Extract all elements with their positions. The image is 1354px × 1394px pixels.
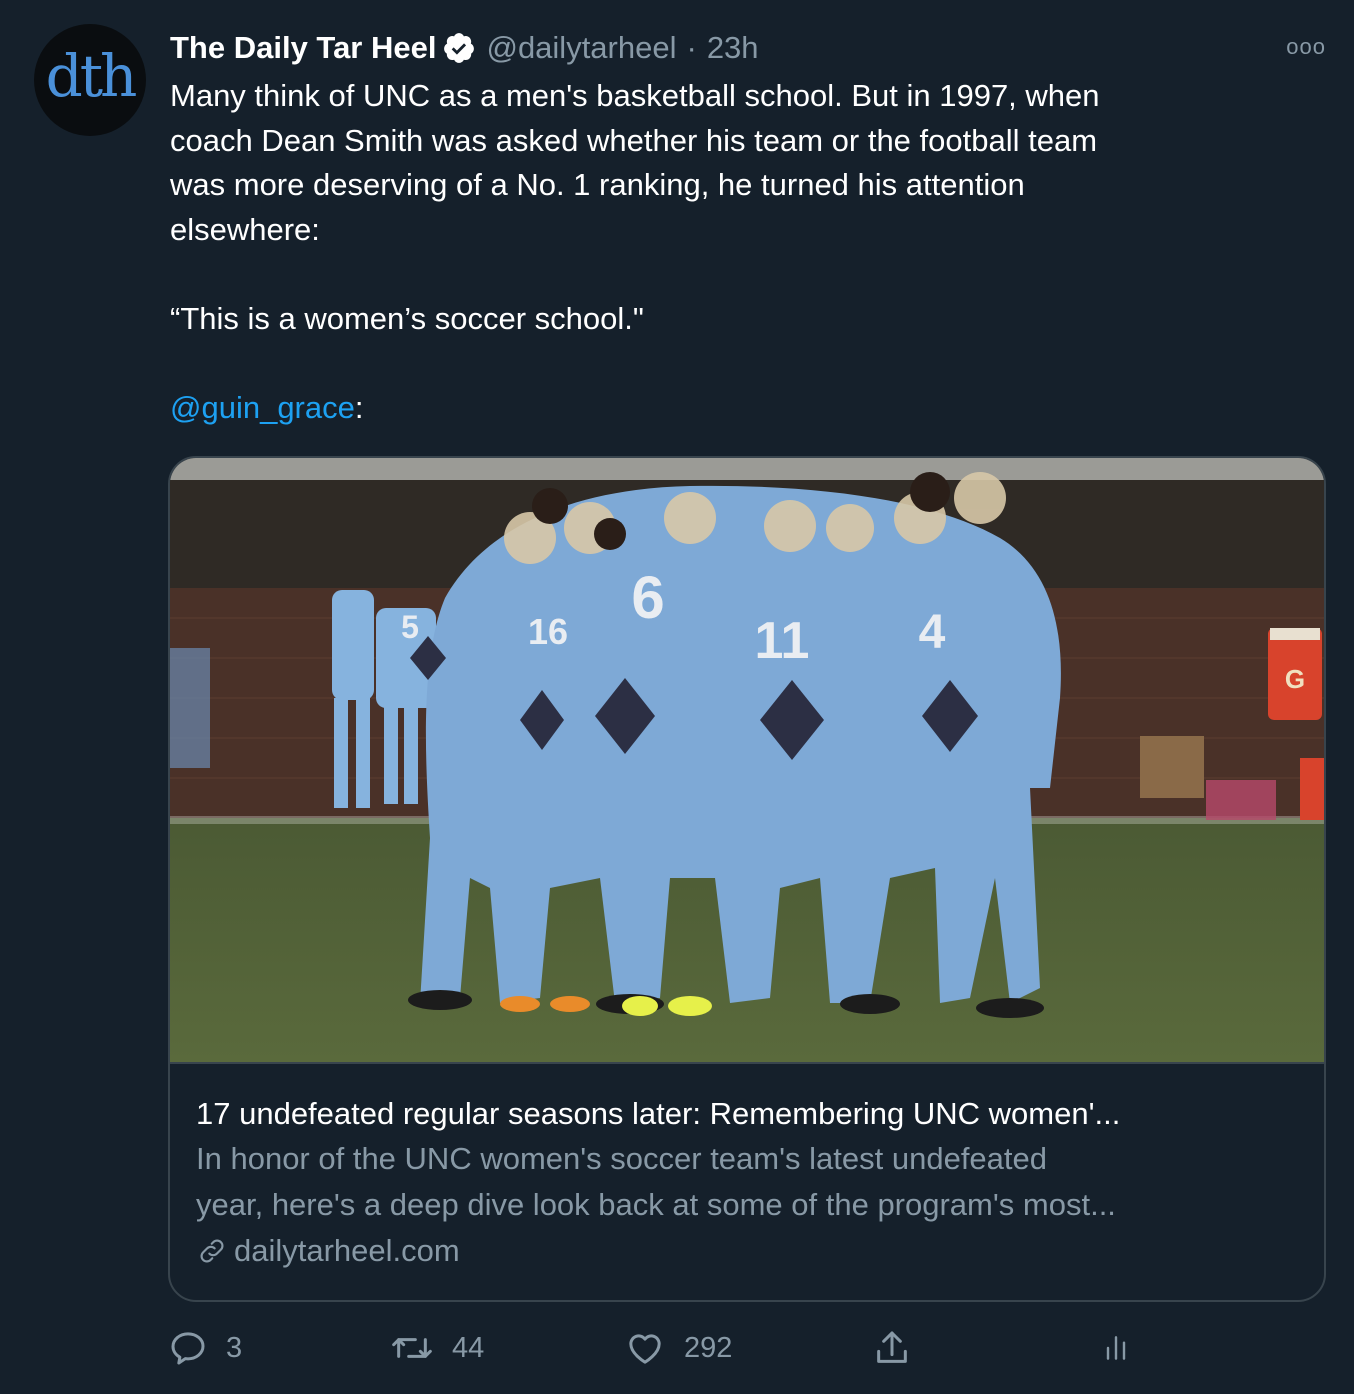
avatar[interactable]: dth <box>34 24 146 136</box>
like-count: 292 <box>684 1331 733 1364</box>
card-description-line: year, here's a deep dive look back at so… <box>196 1187 1116 1222</box>
reply-button[interactable]: 3 <box>168 1320 242 1376</box>
verified-badge-icon <box>444 33 475 63</box>
heart-icon <box>629 1334 661 1364</box>
retweet-button[interactable]: 44 <box>390 1320 484 1376</box>
tweet-text-line: was more deserving of a No. 1 ranking, h… <box>170 167 1025 202</box>
jersey-number: 6 <box>631 564 664 631</box>
tweet-text-line: Many think of UNC as a men's basketball … <box>170 78 1100 113</box>
analytics-icon <box>1106 1336 1126 1360</box>
tweet[interactable]: dth ooo The Daily Tar Heel @dailytarheel… <box>0 0 1354 1394</box>
reply-icon <box>171 1332 205 1365</box>
tweet-quote: “This is a women’s soccer school." <box>170 300 644 336</box>
link-card[interactable]: G 5 16 6 11 4 17 undefeated regular seas… <box>168 456 1326 1302</box>
mention-line: @guin_grace: <box>170 386 1320 431</box>
retweet-count: 44 <box>452 1331 485 1364</box>
jersey-number: 5 <box>401 609 419 645</box>
display-name[interactable]: The Daily Tar Heel <box>170 30 436 66</box>
share-icon <box>877 1331 907 1363</box>
separator-dot: · <box>686 30 697 65</box>
reply-count: 3 <box>226 1331 243 1364</box>
soccer-team-huddle-photo: G 5 16 6 11 4 <box>170 458 1324 1062</box>
card-description: In honor of the UNC women's soccer team'… <box>196 1136 1298 1228</box>
tweet-text: Many think of UNC as a men's basketball … <box>170 74 1320 430</box>
card-domain: dailytarheel.com <box>196 1228 1298 1274</box>
mention-suffix: : <box>354 389 364 425</box>
jersey-number: 16 <box>528 611 568 652</box>
link-icon <box>200 1239 224 1263</box>
tweet-actions: 3 44 292 <box>168 1320 1168 1376</box>
like-button[interactable]: 292 <box>624 1320 732 1376</box>
jersey-number: 11 <box>755 612 810 670</box>
avatar-logo-text: dth <box>45 42 138 110</box>
tweet-header: The Daily Tar Heel @dailytarheel · 23h <box>170 26 1320 70</box>
card-description-line: In honor of the UNC women's soccer team'… <box>196 1141 1048 1176</box>
jersey-number: 4 <box>919 606 946 659</box>
handle[interactable]: @dailytarheel <box>486 30 676 66</box>
tweet-text-line: elsewhere: <box>170 211 320 247</box>
tweet-text-line: coach Dean Smith was asked whether his t… <box>170 122 1098 158</box>
share-button[interactable] <box>872 1320 930 1376</box>
card-body: 17 undefeated regular seasons later: Rem… <box>170 1064 1324 1274</box>
svg-text:G: G <box>1285 664 1305 694</box>
timestamp[interactable]: 23h <box>707 30 759 66</box>
analytics-button[interactable] <box>1100 1320 1150 1376</box>
tweet-content: The Daily Tar Heel @dailytarheel · 23h M… <box>170 26 1320 430</box>
card-domain-text: dailytarheel.com <box>234 1233 460 1268</box>
card-title: 17 undefeated regular seasons later: Rem… <box>196 1096 1121 1131</box>
card-image[interactable]: G 5 16 6 11 4 <box>170 458 1324 1064</box>
mention-link[interactable]: @guin_grace <box>170 390 355 425</box>
retweet-icon <box>392 1338 432 1358</box>
